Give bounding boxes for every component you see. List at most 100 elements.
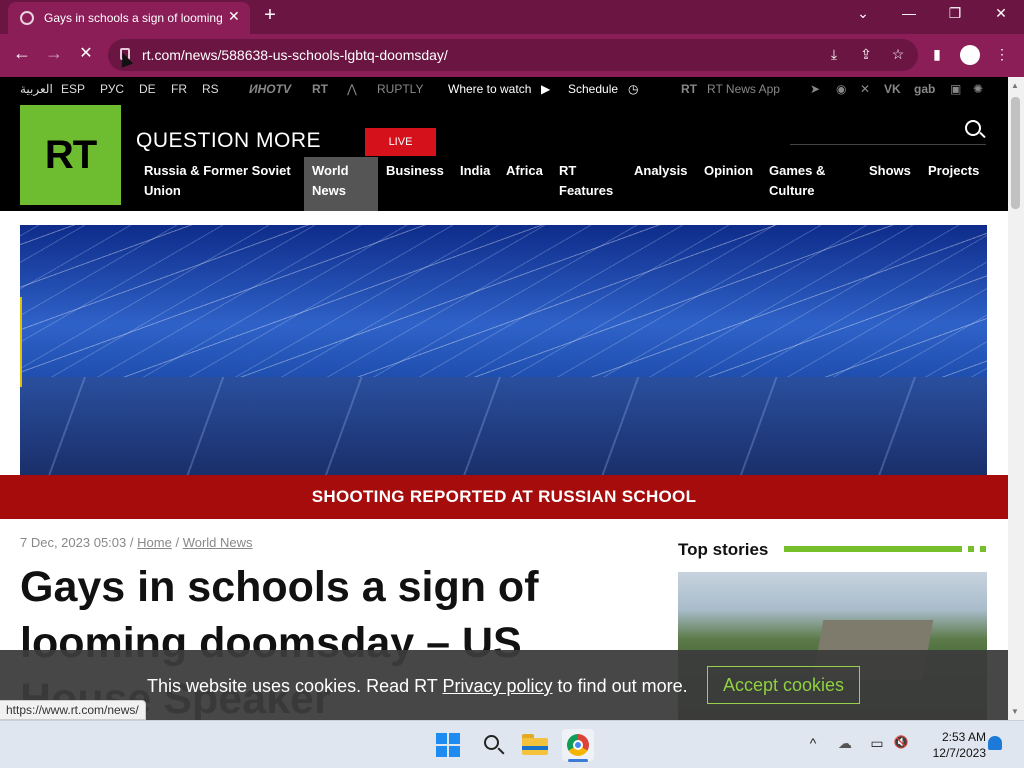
browser-tab[interactable]: Gays in schools a sign of looming doomsd… (8, 2, 250, 34)
nav-games-culture[interactable]: Games & Culture (769, 161, 841, 201)
nav-analysis[interactable]: Analysis (634, 161, 687, 181)
lang-de-link[interactable]: DE (139, 82, 156, 96)
news-app-link[interactable]: RT News App (707, 82, 780, 96)
breaking-news-banner[interactable]: SHOOTING REPORTED AT RUSSIAN SCHOOL (0, 475, 1008, 519)
ruptly-logo-icon[interactable]: ⋀ (347, 82, 357, 96)
live-button[interactable]: LIVE (365, 128, 436, 156)
privacy-policy-link[interactable]: Privacy policy (443, 676, 553, 696)
nav-rt-features[interactable]: RT Features (559, 161, 619, 201)
nav-africa[interactable]: Africa (506, 161, 543, 181)
breadcrumb-world-news[interactable]: World News (183, 535, 253, 550)
carousel-dot[interactable] (968, 546, 974, 552)
accept-cookies-button[interactable]: Accept cookies (707, 666, 860, 704)
bookmark-star-icon[interactable]: ☆ (888, 46, 908, 63)
chrome-taskbar-icon[interactable] (562, 729, 594, 762)
restore-button[interactable]: ❐ (943, 5, 967, 22)
clock-time: 2:53 AM (941, 730, 986, 744)
nav-russia-former-soviet-union[interactable]: Russia & Former Soviet Union (144, 161, 299, 201)
onedrive-cloud-icon[interactable]: ☁ (835, 735, 855, 752)
scroll-up-icon[interactable]: ▲ (1011, 81, 1019, 90)
file-explorer-icon[interactable] (519, 729, 551, 761)
rumble-icon[interactable]: ▣ (950, 82, 961, 96)
article-date: 7 Dec, 2023 05:03 (20, 535, 127, 550)
install-app-icon[interactable]: ⤓ (824, 46, 844, 63)
play-icon: ▶ (541, 82, 551, 96)
rt-app-icon: RT (681, 82, 697, 96)
rt-logo[interactable]: RT (20, 105, 121, 205)
taskbar-clock[interactable]: 2:53 AM 12/7/2023 (920, 729, 986, 761)
scroll-down-icon[interactable]: ▼ (1011, 707, 1019, 716)
schedule-link[interactable]: Schedule (568, 82, 618, 96)
clock-icon: ◷ (628, 82, 639, 96)
clock-date: 12/7/2023 (932, 746, 986, 760)
address-bar[interactable]: rt.com/news/588638-us-schools-lgbtq-doom… (108, 39, 918, 71)
nav-projects[interactable]: Projects (928, 161, 979, 181)
share-icon[interactable]: ⇪ (856, 46, 876, 63)
where-to-watch-link[interactable]: Where to watch (448, 82, 531, 96)
breadcrumb-separator: / (175, 535, 180, 550)
nav-india[interactable]: India (460, 161, 490, 181)
search-icon[interactable] (965, 120, 981, 136)
windows-start-icon[interactable] (434, 729, 466, 761)
article-meta: 7 Dec, 2023 05:03 / Home / World News (20, 535, 253, 550)
tab-title: Gays in schools a sign of looming doomsd… (44, 11, 224, 25)
profile-avatar-icon[interactable] (960, 45, 980, 65)
close-window-button[interactable]: ✕ (989, 5, 1013, 22)
breadcrumb-separator: / (129, 535, 134, 550)
browser-tab-strip: Gays in schools a sign of looming doomsd… (0, 0, 1024, 34)
telegram-icon[interactable]: ➤ (810, 82, 820, 96)
url-text[interactable]: rt.com/news/588638-us-schools-lgbtq-doom… (142, 47, 448, 63)
taskbar-search-icon[interactable] (478, 729, 510, 761)
tab-search-icon[interactable]: ⌄ (851, 5, 875, 22)
lang-esp-link[interactable]: ESP (61, 82, 85, 96)
new-tab-button[interactable]: + (258, 4, 282, 27)
top-utility-bar: العربية ESP РУС DE FR RS ИНОTV RT ⋀ RUPT… (0, 77, 1008, 101)
carousel-dot[interactable] (980, 546, 986, 552)
search-input[interactable] (790, 144, 986, 145)
vk-icon[interactable]: VK (884, 82, 901, 96)
cookie-banner: This website uses cookies. Read RT Priva… (0, 650, 1008, 720)
gab-icon[interactable]: gab (914, 82, 935, 96)
rt-favicon-icon (20, 11, 34, 25)
volume-muted-icon[interactable]: 🔇 (891, 735, 911, 749)
tab-close-icon[interactable]: ✕ (228, 8, 240, 25)
rss-icon[interactable]: ◉ (836, 82, 846, 96)
nav-shows[interactable]: Shows (869, 161, 911, 181)
browser-menu-icon[interactable]: ⋮ (992, 46, 1012, 63)
cookie-text-prefix: This website uses cookies. Read RT (147, 676, 438, 696)
inotv-link[interactable]: ИНОTV (249, 82, 291, 96)
rt-brand-link[interactable]: RT (312, 82, 328, 96)
status-bar-url: https://www.rt.com/news/ (0, 700, 146, 720)
forward-icon[interactable]: → (41, 43, 67, 64)
hero-globe-lines (20, 377, 987, 475)
hero-banner-image[interactable] (20, 225, 987, 475)
back-icon[interactable]: ← (9, 43, 35, 64)
side-panel-icon[interactable]: ▮ (927, 46, 947, 63)
windows-taskbar: ^ ☁ ▭ 🔇 2:53 AM 12/7/2023 (0, 720, 1024, 768)
scrollbar-thumb[interactable] (1011, 97, 1020, 209)
tray-overflow-chevron-icon[interactable]: ^ (803, 735, 823, 751)
notification-bell-icon[interactable] (988, 736, 1002, 750)
lang-rs-link[interactable]: RS (202, 82, 219, 96)
minimize-button[interactable]: — (897, 5, 921, 21)
top-stories-heading: Top stories (678, 540, 769, 559)
tagline: QUESTION MORE (136, 129, 322, 152)
nav-business[interactable]: Business (386, 161, 444, 181)
cookie-text-suffix: to find out more. (557, 676, 688, 696)
lang-rus-link[interactable]: РУС (100, 82, 124, 96)
rt-webpage: العربية ESP РУС DE FR RS ИНОTV RT ⋀ RUPT… (0, 77, 1008, 720)
lang-fr-link[interactable]: FR (171, 82, 187, 96)
odysee-icon[interactable]: ✺ (973, 82, 983, 96)
page-scrollbar[interactable]: ▲ ▼ (1008, 77, 1024, 720)
lang-arabic-link[interactable]: العربية (20, 82, 53, 96)
ruptly-link[interactable]: RUPTLY (377, 82, 423, 96)
stop-loading-icon[interactable]: ✕ (73, 43, 99, 63)
breadcrumb-home[interactable]: Home (137, 535, 172, 550)
nav-opinion[interactable]: Opinion (704, 161, 753, 181)
site-header: RT QUESTION MORE LIVE Russia & Former So… (0, 101, 1008, 211)
nav-world-news[interactable]: World News (304, 157, 378, 211)
browser-toolbar: ← → ✕ rt.com/news/588638-us-schools-lgbt… (0, 34, 1024, 77)
hero-accent-bar (20, 297, 22, 387)
display-icon[interactable]: ▭ (867, 735, 887, 752)
x-icon[interactable]: ✕ (860, 82, 870, 96)
